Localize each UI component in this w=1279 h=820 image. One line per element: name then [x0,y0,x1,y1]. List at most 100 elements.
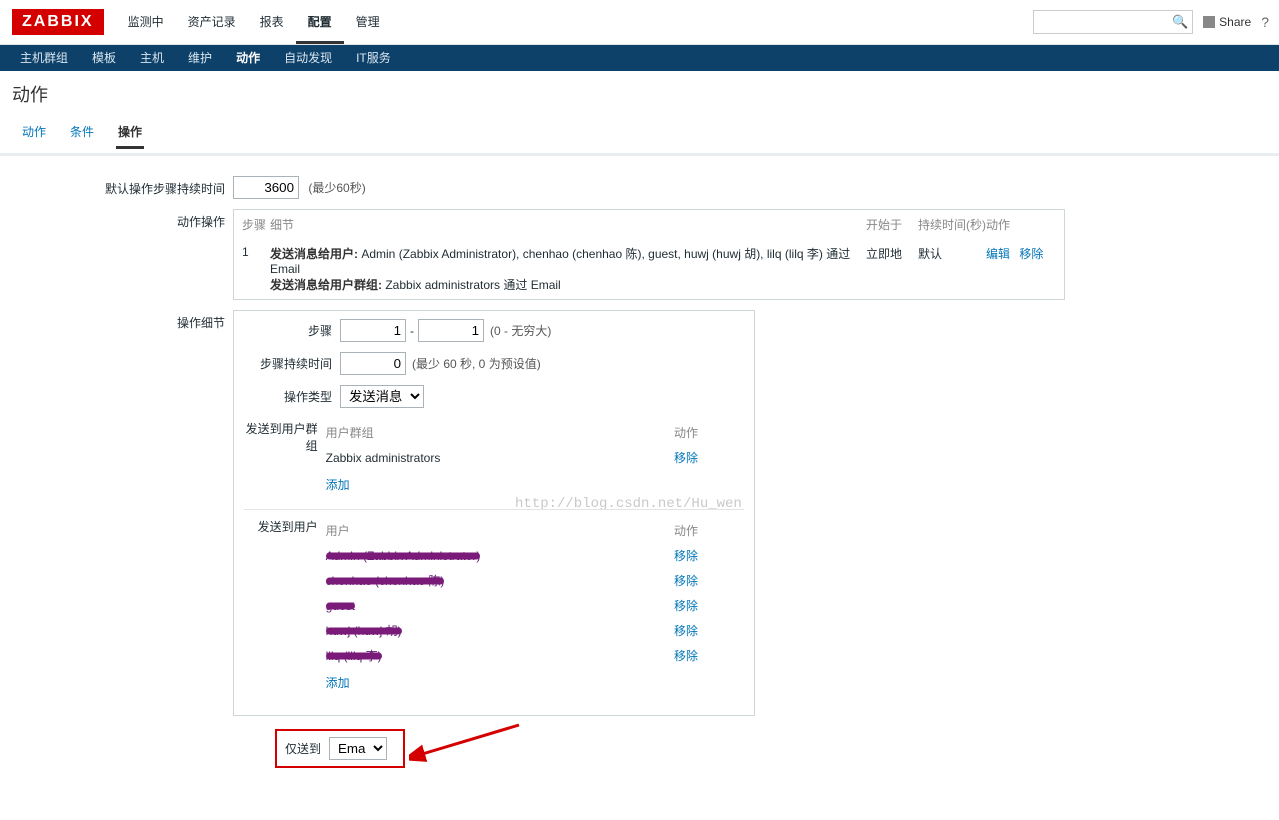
dlabel-send-groups: 发送到用户群组 [244,420,326,454]
users-table: 用户 动作 Admin (Zabbix Administrator) 移除 ch… [326,518,744,697]
oprow-line2-label: 发送消息给用户群组: [270,278,382,292]
share-icon [1203,16,1215,28]
users-header: 用户 动作 [326,518,744,543]
user-name: Admin (Zabbix Administrator) [326,549,481,563]
help-link[interactable]: ? [1261,14,1269,30]
top-bar: ZABBIX 监测中 资产记录 报表 配置 管理 🔍 Share ? [0,0,1279,45]
drow-step: 步骤 - (0 - 无穷大) [244,319,744,342]
users-head-action: 动作 [674,522,744,539]
drow-type: 操作类型 发送消息 [244,385,744,408]
opshead-step: 步骤 [242,216,270,233]
topmenu-monitoring[interactable]: 监测中 [116,0,176,44]
logo: ZABBIX [12,9,104,35]
users-row: Admin (Zabbix Administrator) 移除 [326,543,744,568]
groups-row-remove[interactable]: 移除 [674,451,698,465]
sub-menu: 主机群组 模板 主机 维护 动作 自动发现 IT服务 [0,45,1279,71]
groups-table: 用户群组 动作 Zabbix administrators 移除 添加 [326,420,744,499]
users-row: huwj (huwj 胡) 移除 [326,618,744,643]
tab-action[interactable]: 动作 [20,117,48,149]
label-operation-detail: 操作细节 [0,310,233,331]
groups-row-name: Zabbix administrators [326,451,674,465]
share-link[interactable]: Share [1203,15,1251,29]
dlabel-duration: 步骤持续时间 [244,355,340,372]
label-action-operations: 动作操作 [0,209,233,230]
opshead-duration: 持续时间(秒) [918,216,986,233]
user-remove[interactable]: 移除 [674,599,698,613]
search-input[interactable]: 🔍 [1033,10,1193,34]
row-action-operations: 动作操作 步骤 细节 开始于 持续时间(秒) 动作 1 发送消息给用户: Adm… [0,209,1279,300]
users-row: lilq (lilq 李) 移除 [326,643,744,668]
groups-header: 用户群组 动作 [326,420,744,445]
topmenu-reports[interactable]: 报表 [248,0,296,44]
opshead-action: 动作 [986,216,1056,233]
operations-row: 1 发送消息给用户: Admin (Zabbix Administrator),… [234,239,1064,299]
operations-header: 步骤 细节 开始于 持续时间(秒) 动作 [234,210,1064,239]
users-add-link[interactable]: 添加 [326,668,744,697]
input-step-from[interactable] [340,319,406,342]
oprow-start: 立即地 [866,245,918,293]
topmenu-configuration[interactable]: 配置 [296,0,344,44]
page-header: 动作 动作 条件 操作 [0,71,1279,156]
drow-duration: 步骤持续时间 (最少 60 秒, 0 为预设值) [244,352,744,375]
submenu-itservices[interactable]: IT服务 [344,45,403,71]
oprow-remove-link[interactable]: 移除 [1019,247,1043,261]
row-default-duration: 默认操作步骤持续时间 (最少60秒) [0,176,1279,199]
users-row: chenhao (chenhao 陈) 移除 [326,568,744,593]
user-name: huwj (huwj 胡) [326,624,402,638]
user-name: chenhao (chenhao 陈) [326,574,445,588]
groups-row: Zabbix administrators 移除 [326,445,744,470]
oprow-step: 1 [242,245,270,293]
tabs: 动作 条件 操作 [12,117,1267,149]
label-default-duration: 默认操作步骤持续时间 [0,176,233,197]
label-only-send: 仅送到 [285,740,321,757]
user-name: guest [326,599,355,613]
operations-box: 步骤 细节 开始于 持续时间(秒) 动作 1 发送消息给用户: Admin (Z… [233,209,1065,300]
submenu-hosts[interactable]: 主机 [128,45,176,71]
submenu-maintenance[interactable]: 维护 [176,45,224,71]
only-send-highlight: 仅送到 Email [275,729,405,768]
submenu-templates[interactable]: 模板 [80,45,128,71]
submenu-actions[interactable]: 动作 [224,45,272,71]
groups-head-name: 用户群组 [326,424,674,441]
annotation-arrow [409,720,529,770]
groups-head-action: 动作 [674,424,744,441]
select-only-send[interactable]: Email [329,737,387,760]
dlabel-type: 操作类型 [244,388,340,405]
page-title: 动作 [12,81,1267,107]
step-sep: - [410,324,414,338]
dlabel-send-users: 发送到用户 [244,518,326,535]
drow-send-groups: 发送到用户群组 用户群组 动作 Zabbix administrators 移除… [244,418,744,499]
topmenu-inventory[interactable]: 资产记录 [176,0,248,44]
input-step-to[interactable] [418,319,484,342]
user-remove[interactable]: 移除 [674,549,698,563]
tab-condition[interactable]: 条件 [68,117,96,149]
oprow-detail: 发送消息给用户: Admin (Zabbix Administrator), c… [270,245,866,293]
user-remove[interactable]: 移除 [674,624,698,638]
user-name: lilq (lilq 李) [326,649,382,663]
user-remove[interactable]: 移除 [674,649,698,663]
hint-duration: (最少 60 秒, 0 为预设值) [412,355,541,372]
drow-send-users: 发送到用户 用户 动作 Admin (Zabbix Administrator)… [244,509,744,697]
select-operation-type[interactable]: 发送消息 [340,385,424,408]
hint-default-duration: (最少60秒) [308,181,365,195]
submenu-discovery[interactable]: 自动发现 [272,45,344,71]
top-right: 🔍 Share ? [1033,0,1269,44]
search-icon: 🔍 [1172,14,1188,30]
oprow-line1-label: 发送消息给用户: [270,247,358,261]
oprow-edit-link[interactable]: 编辑 [986,247,1010,261]
oprow-line2-text: Zabbix administrators 通过 Email [385,278,560,292]
input-default-duration[interactable] [233,176,299,199]
tab-operation[interactable]: 操作 [116,117,144,149]
opshead-detail: 细节 [270,216,866,233]
input-step-duration[interactable] [340,352,406,375]
users-head-name: 用户 [326,522,674,539]
operation-detail-box: 步骤 - (0 - 无穷大) 步骤持续时间 (最少 60 秒, 0 为预设值) … [233,310,755,716]
user-remove[interactable]: 移除 [674,574,698,588]
groups-add-link[interactable]: 添加 [326,470,744,499]
users-row: guest 移除 [326,593,744,618]
dlabel-step: 步骤 [244,322,340,339]
share-label: Share [1219,15,1251,29]
row-operation-detail: 操作细节 步骤 - (0 - 无穷大) 步骤持续时间 (最少 60 秒, 0 为… [0,310,1279,770]
topmenu-administration[interactable]: 管理 [344,0,392,44]
submenu-hostgroups[interactable]: 主机群组 [8,45,80,71]
